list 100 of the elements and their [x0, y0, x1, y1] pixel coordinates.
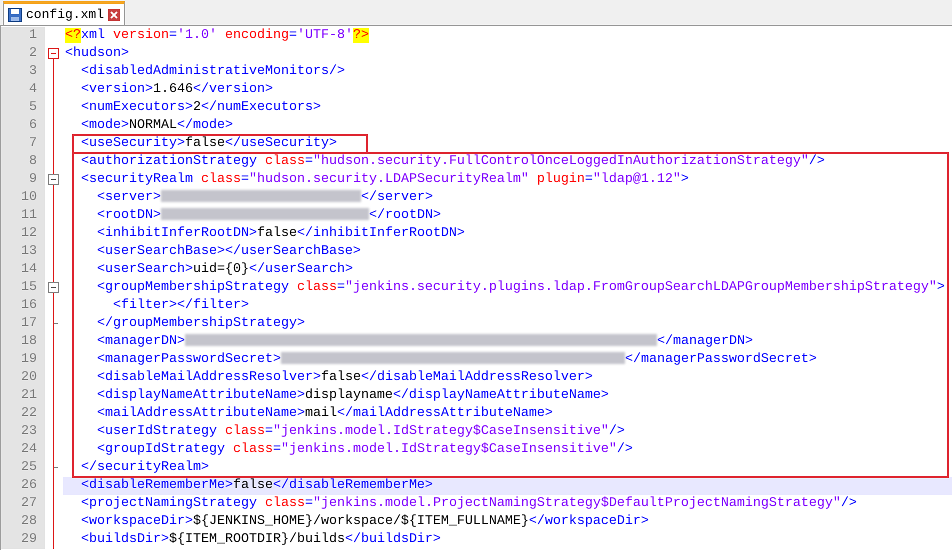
code-token: "hudson.security.LDAPSecurityRealm"	[248, 172, 529, 187]
code-token: >	[680, 172, 689, 187]
code-token: =	[240, 172, 249, 187]
file-tab[interactable]: config.xml	[3, 1, 126, 25]
code-token: </mailAddressAttributeName>	[336, 406, 553, 421]
code-token: <inhibitInferRootDN>	[96, 226, 257, 241]
code-token: <workspaceDir>	[80, 514, 193, 529]
code-token: />	[808, 154, 825, 169]
code-token: </groupMembershipStrategy>	[96, 316, 305, 331]
line-number: 2	[1, 45, 45, 63]
code-token: 1.646	[152, 82, 193, 97]
code-token: </version>	[192, 82, 273, 97]
line-number: 19	[1, 351, 45, 369]
code-token: <buildsDir>	[80, 532, 169, 547]
code-token: <?	[65, 28, 81, 43]
line-number: 6	[1, 117, 45, 135]
code-token: false	[232, 478, 273, 493]
code-token: </userSearch>	[248, 262, 353, 277]
line-number: 17	[1, 315, 45, 333]
code-token: "hudson.security.FullControlOnceLoggedInAuthorizationStrategy"	[312, 154, 809, 169]
code-token: />	[840, 496, 857, 511]
code-token: </mode>	[177, 118, 233, 133]
collapse-icon[interactable]	[48, 282, 59, 293]
code-token: />	[608, 424, 625, 439]
code-token: <userSearchBase></userSearchBase>	[96, 244, 361, 259]
code-token: =	[304, 154, 313, 169]
code-token: class	[232, 442, 273, 457]
code-token: </useSecurity>	[224, 136, 337, 151]
line-number: 1	[1, 27, 45, 45]
code-token: <filter></filter>	[112, 298, 249, 313]
code-token: =	[288, 28, 297, 43]
line-number: 27	[1, 495, 45, 513]
close-icon[interactable]	[108, 8, 120, 20]
code-token: <groupMembershipStrategy	[96, 280, 289, 295]
code-token: "jenkins.model.IdStrategy$CaseInsensitive"	[272, 424, 609, 439]
code-token: <userIdStrategy	[96, 424, 217, 439]
line-number: 5	[1, 99, 45, 117]
code-token: </numExecutors>	[200, 100, 321, 115]
code-token: <disableRememberMe>	[80, 478, 233, 493]
line-number: 9	[1, 171, 45, 189]
code-token: </rootDN>	[368, 208, 441, 223]
code-token: false	[184, 136, 225, 151]
code-token: class	[296, 280, 337, 295]
code-token: </securityRealm>	[80, 460, 209, 475]
code-token: <groupIdStrategy	[96, 442, 225, 457]
code-token: "jenkins.model.IdStrategy$CaseInsensitive"	[280, 442, 617, 457]
line-number: 15	[1, 279, 45, 297]
code-token: ${ITEM_ROOTDIR}/builds	[168, 532, 345, 547]
line-number: 29	[1, 531, 45, 549]
line-number: 22	[1, 405, 45, 423]
code-token: "ldap@1.12"	[592, 172, 681, 187]
line-number: 4	[1, 81, 45, 99]
line-number: 11	[1, 207, 45, 225]
code-token: =	[304, 496, 313, 511]
collapse-icon[interactable]	[48, 48, 59, 59]
line-number: 12	[1, 225, 45, 243]
code-token: <version>	[80, 82, 153, 97]
line-number: 3	[1, 63, 45, 81]
code-token: uid={0}	[192, 262, 249, 277]
line-number: 14	[1, 261, 45, 279]
code-token: <projectNamingStrategy	[80, 496, 257, 511]
code-token: NORMAL	[129, 118, 177, 133]
code-token: =	[264, 424, 273, 439]
code-token: <authorizationStrategy	[80, 154, 257, 169]
code-token: 'UTF-8'	[296, 28, 353, 43]
collapse-icon[interactable]	[48, 174, 59, 185]
code-token: <managerDN>	[96, 334, 185, 349]
code-token: =	[272, 442, 281, 457]
code-token: false	[256, 226, 297, 241]
code-token: <securityRealm	[80, 172, 193, 187]
line-number: 10	[1, 189, 45, 207]
line-number: 26	[1, 477, 45, 495]
code-token: class	[264, 496, 305, 511]
code-token: </disableMailAddressResolver>	[360, 370, 593, 385]
code-token: </inhibitInferRootDN>	[296, 226, 465, 241]
code-token: >	[936, 280, 945, 295]
line-number: 25	[1, 459, 45, 477]
code-token: =	[169, 28, 177, 43]
code-token: class	[224, 424, 265, 439]
code-token: </disableRememberMe>	[272, 478, 433, 493]
code-token: </workspaceDir>	[528, 514, 649, 529]
code-token: "jenkins.security.plugins.ldap.FromGroupSearchLDAPGroupMembershipStrategy"	[344, 280, 937, 295]
code-token: 2	[192, 100, 201, 115]
code-token: <rootDN>	[96, 208, 161, 223]
code-token: <disabledAdministrativeMonitors/>	[80, 64, 345, 79]
code-token: <hudson>	[65, 46, 129, 61]
code-token: version	[112, 28, 169, 43]
code-token: <mailAddressAttributeName>	[96, 406, 305, 421]
code-token: '1.0'	[177, 28, 217, 43]
code-token: <userSearch>	[96, 262, 193, 277]
code-token: xml	[81, 28, 105, 43]
code-token: plugin	[536, 172, 585, 187]
code-token: encoding	[224, 28, 289, 43]
line-number: 20	[1, 369, 45, 387]
line-number: 21	[1, 387, 45, 405]
code-token: "jenkins.model.ProjectNamingStrategy$DefaultProjectNamingStrategy"	[312, 496, 841, 511]
code-token: </buildsDir>	[344, 532, 441, 547]
code-token: <managerPasswordSecret>	[96, 352, 281, 367]
line-number: 8	[1, 153, 45, 171]
code-token: false	[320, 370, 361, 385]
